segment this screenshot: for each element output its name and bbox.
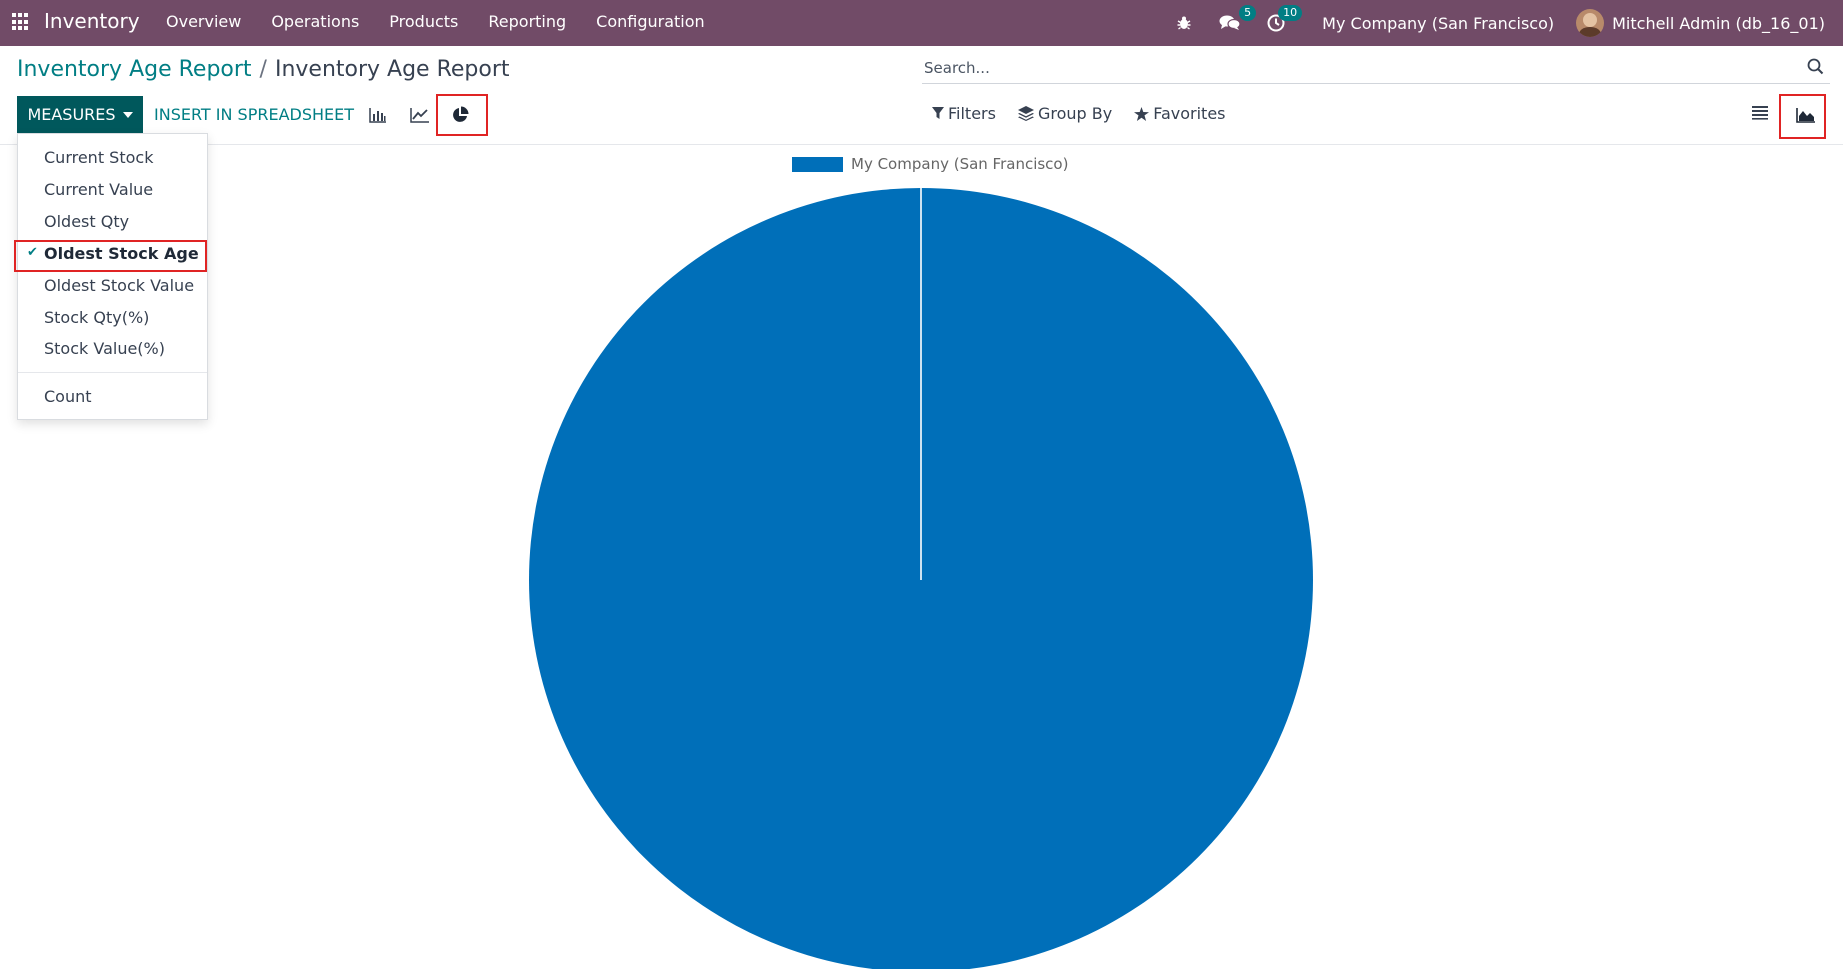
measure-item-oldest-qty[interactable]: Oldest Qty bbox=[44, 212, 129, 231]
legend-label[interactable]: My Company (San Francisco) bbox=[851, 155, 1068, 173]
breadcrumb: Inventory Age Report / Inventory Age Repor… bbox=[17, 57, 510, 82]
apps-menu-icon[interactable] bbox=[12, 13, 30, 31]
measure-item-stock-qty-percent[interactable]: Stock Qty(%) bbox=[44, 308, 149, 327]
menu-item-overview[interactable]: Overview bbox=[166, 12, 241, 31]
graph-view-highlight bbox=[1779, 94, 1826, 139]
star-icon bbox=[1134, 106, 1150, 121]
layers-icon bbox=[1017, 106, 1034, 121]
line-chart-icon[interactable] bbox=[406, 101, 434, 129]
pie-chart bbox=[529, 188, 1313, 969]
legend-swatch[interactable] bbox=[792, 157, 843, 172]
menu-item-reporting[interactable]: Reporting bbox=[488, 12, 566, 31]
search-icon[interactable] bbox=[1807, 58, 1824, 79]
filters-toggle[interactable]: Filters bbox=[932, 104, 996, 123]
menu-item-configuration[interactable]: Configuration bbox=[596, 12, 705, 31]
group-by-toggle[interactable]: Group By bbox=[1017, 104, 1113, 123]
filters-label: Filters bbox=[948, 104, 996, 123]
activities-count-badge: 10 bbox=[1278, 5, 1303, 21]
bar-chart-icon[interactable] bbox=[364, 101, 392, 129]
measures-label: MEASURES bbox=[27, 105, 116, 124]
favorites-toggle[interactable]: Favorites bbox=[1134, 104, 1226, 123]
measure-item-current-value[interactable]: Current Value bbox=[44, 180, 153, 199]
main-menu: Overview Operations Products Reporting C… bbox=[166, 12, 735, 31]
user-avatar[interactable] bbox=[1576, 9, 1605, 37]
selected-measure-highlight bbox=[14, 240, 207, 272]
activities-icon[interactable]: 10 bbox=[1264, 5, 1303, 35]
app-brand[interactable]: Inventory bbox=[44, 9, 140, 33]
top-navbar: Inventory Overview Operations Products R… bbox=[0, 0, 1843, 46]
control-panel-divider bbox=[0, 144, 1843, 145]
filter-icon bbox=[932, 107, 944, 119]
favorites-label: Favorites bbox=[1153, 104, 1226, 123]
caret-down-icon bbox=[122, 111, 133, 118]
measure-item-stock-value-percent[interactable]: Stock Value(%) bbox=[44, 339, 165, 358]
search-bar bbox=[922, 54, 1830, 84]
menu-item-operations[interactable]: Operations bbox=[271, 12, 359, 31]
company-switcher[interactable]: My Company (San Francisco) bbox=[1322, 14, 1554, 33]
measures-button[interactable]: MEASURES bbox=[17, 96, 143, 133]
menu-item-products[interactable]: Products bbox=[389, 12, 458, 31]
user-menu[interactable]: Mitchell Admin (db_16_01) bbox=[1612, 14, 1825, 33]
list-view-icon[interactable] bbox=[1751, 104, 1773, 126]
navbar-systray: 5 10 My Company (San Francisco) Mitchell… bbox=[1172, 0, 1843, 46]
dropdown-divider bbox=[18, 372, 207, 373]
measure-item-count[interactable]: Count bbox=[44, 387, 92, 406]
measures-dropdown: Current Stock Current Value Oldest Qty ✔… bbox=[17, 133, 208, 420]
debug-icon[interactable] bbox=[1172, 11, 1196, 35]
measure-item-current-stock[interactable]: Current Stock bbox=[44, 148, 153, 167]
breadcrumb-separator: / bbox=[259, 57, 267, 82]
page-title: Inventory Age Report bbox=[274, 57, 510, 82]
pie-chart-highlight bbox=[436, 94, 488, 136]
measure-item-oldest-stock-value[interactable]: Oldest Stock Value bbox=[44, 276, 194, 295]
search-input[interactable] bbox=[922, 54, 1830, 82]
breadcrumb-parent[interactable]: Inventory Age Report bbox=[17, 57, 252, 82]
search-panel-toggles: Filters Group By Favorites bbox=[932, 104, 1248, 123]
messages-count-badge: 5 bbox=[1239, 5, 1257, 21]
group-by-label: Group By bbox=[1037, 104, 1113, 123]
messages-icon[interactable]: 5 bbox=[1218, 5, 1257, 35]
insert-in-spreadsheet-button[interactable]: INSERT IN SPREADSHEET bbox=[154, 96, 354, 133]
